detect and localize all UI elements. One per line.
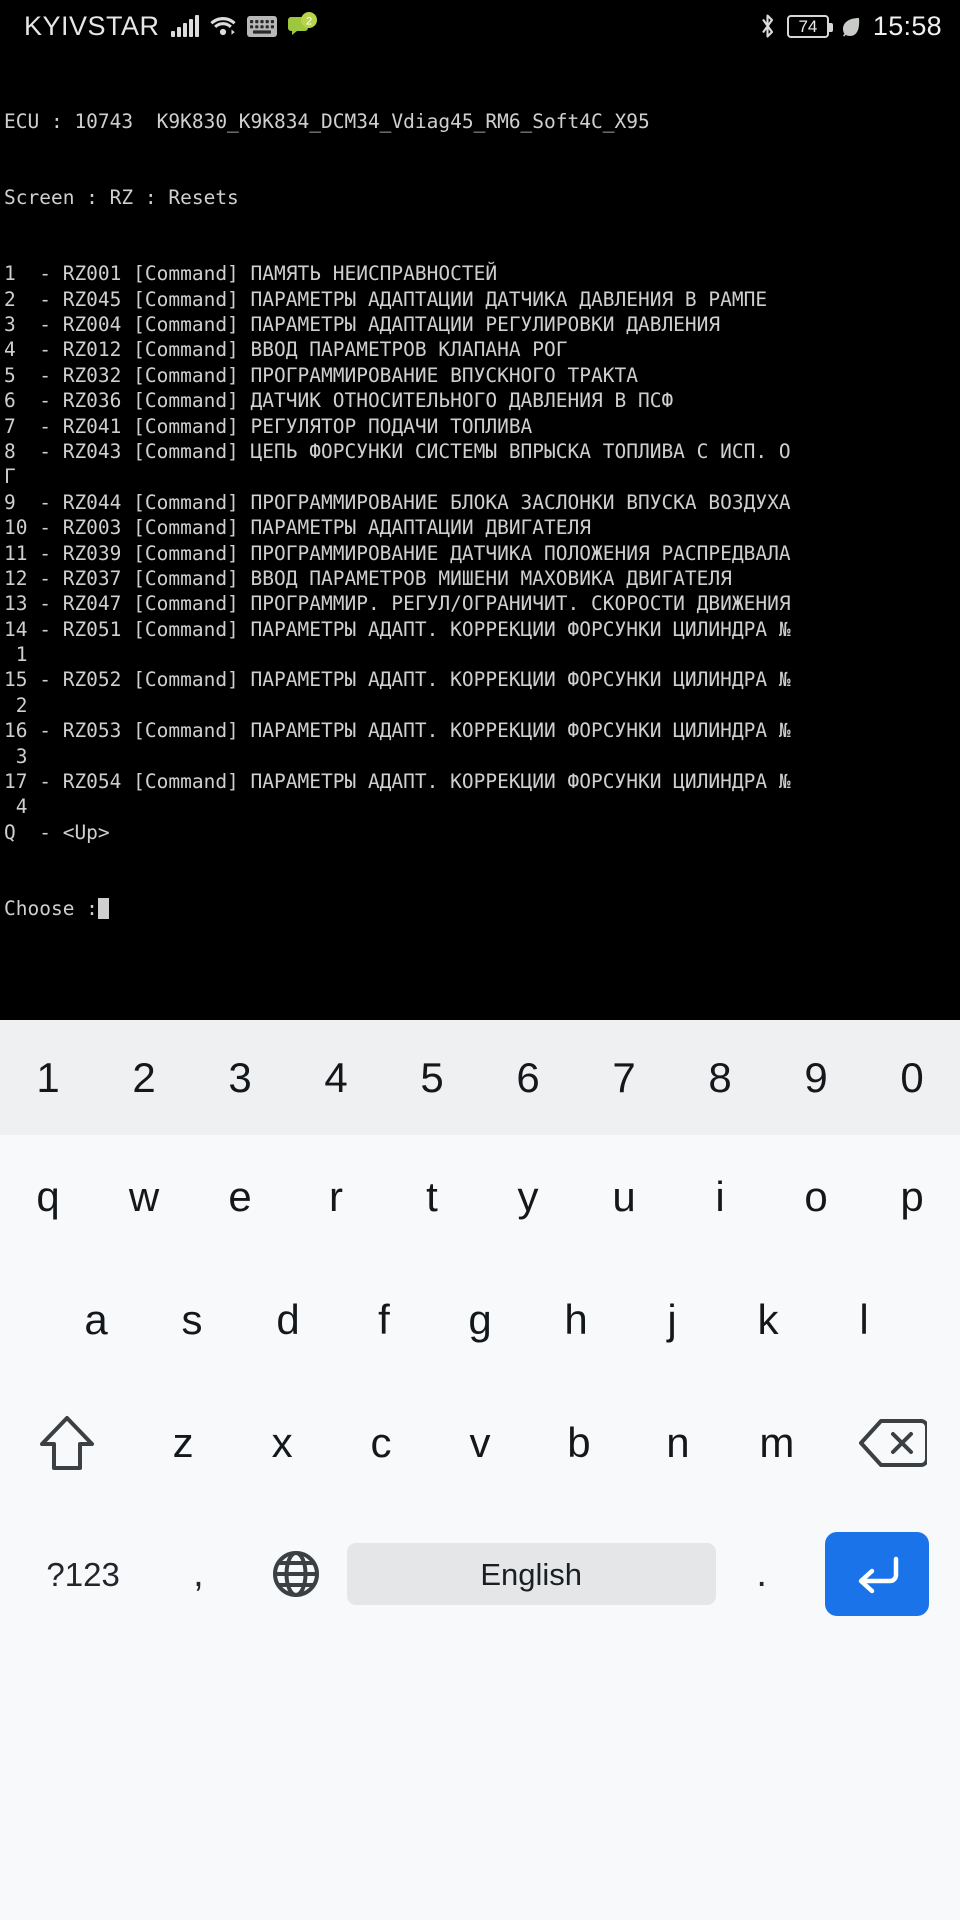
keyboard-icon bbox=[246, 15, 277, 37]
key-7[interactable]: 7 bbox=[576, 1056, 672, 1099]
enter-key[interactable] bbox=[808, 1532, 946, 1616]
key-r[interactable]: r bbox=[288, 1175, 384, 1218]
key-d[interactable]: d bbox=[240, 1298, 336, 1341]
status-bar: KYIVSTAR 2 74 15:58 bbox=[0, 0, 960, 52]
key-x[interactable]: x bbox=[233, 1421, 332, 1464]
space-key[interactable]: English bbox=[346, 1543, 716, 1605]
period-key[interactable]: . bbox=[716, 1555, 808, 1593]
terminal-menu-line: 6 - RZ036 [Command] ДАТЧИК ОТНОСИТЕЛЬНОГ… bbox=[4, 389, 674, 413]
key-k[interactable]: k bbox=[720, 1298, 816, 1341]
on-screen-keyboard[interactable]: 1234567890 qwertyuiop asdfghjkl z x c v … bbox=[0, 1020, 960, 1920]
chat-badge-count: 2 bbox=[305, 16, 311, 28]
terminal-menu-line: 17 - RZ054 [Command] ПАРАМЕТРЫ АДАПТ. КО… bbox=[4, 770, 791, 794]
key-c[interactable]: c bbox=[332, 1421, 431, 1464]
enter-icon bbox=[824, 1532, 929, 1616]
status-bar-right: 74 15:58 bbox=[759, 11, 942, 42]
status-bar-left: KYIVSTAR 2 bbox=[24, 11, 318, 42]
terminal-menu-line: 10 - RZ003 [Command] ПАРАМЕТРЫ АДАПТАЦИИ… bbox=[4, 516, 591, 540]
carrier-label: KYIVSTAR bbox=[24, 10, 160, 41]
clock-label: 15:58 bbox=[872, 10, 942, 41]
key-8[interactable]: 8 bbox=[672, 1056, 768, 1099]
terminal-menu-line: 3 bbox=[4, 744, 28, 768]
signal-bars-icon bbox=[170, 15, 199, 37]
keyboard-row-a[interactable]: asdfghjkl bbox=[0, 1258, 960, 1381]
terminal-output[interactable]: ECU : 10743 K9K830_K9K834_DCM34_Vdiag45_… bbox=[0, 52, 960, 1020]
key-o[interactable]: o bbox=[768, 1175, 864, 1218]
terminal-menu-line: Г bbox=[4, 465, 16, 489]
key-n[interactable]: n bbox=[628, 1421, 727, 1464]
battery-icon: 74 bbox=[786, 14, 833, 38]
key-v[interactable]: v bbox=[431, 1421, 530, 1464]
terminal-menu-line: Q - <Up> bbox=[4, 820, 110, 844]
terminal-menu-list: 1 - RZ001 [Command] ПАМЯТЬ НЕИСПРАВНОСТЕ… bbox=[4, 261, 960, 845]
wifi-icon bbox=[209, 15, 236, 37]
terminal-menu-line: 4 bbox=[4, 795, 28, 819]
keyboard-row-z[interactable]: z x c v b n m bbox=[0, 1381, 960, 1504]
terminal-menu-line: 1 bbox=[4, 643, 28, 667]
keyboard-row-q[interactable]: qwertyuiop bbox=[0, 1135, 960, 1258]
key-b[interactable]: b bbox=[529, 1421, 628, 1464]
terminal-menu-line: 5 - RZ032 [Command] ПРОГРАММИРОВАНИЕ ВПУ… bbox=[4, 363, 638, 387]
key-1[interactable]: 1 bbox=[0, 1056, 96, 1099]
terminal-menu-line: 8 - RZ043 [Command] ЦЕПЬ ФОРСУНКИ СИСТЕМ… bbox=[4, 439, 791, 463]
key-p[interactable]: p bbox=[864, 1175, 960, 1218]
terminal-menu-line: 9 - RZ044 [Command] ПРОГРАММИРОВАНИЕ БЛО… bbox=[4, 490, 791, 514]
terminal-menu-line: 14 - RZ051 [Command] ПАРАМЕТРЫ АДАПТ. КО… bbox=[4, 617, 791, 641]
terminal-prompt[interactable]: Choose : bbox=[4, 896, 960, 921]
key-q[interactable]: q bbox=[0, 1175, 96, 1218]
shift-key[interactable] bbox=[0, 1412, 134, 1474]
key-6[interactable]: 6 bbox=[480, 1056, 576, 1099]
key-g[interactable]: g bbox=[432, 1298, 528, 1341]
key-u[interactable]: u bbox=[576, 1175, 672, 1218]
key-j[interactable]: j bbox=[624, 1298, 720, 1341]
key-y[interactable]: y bbox=[480, 1175, 576, 1218]
key-t[interactable]: t bbox=[384, 1175, 480, 1218]
key-a[interactable]: a bbox=[48, 1298, 144, 1341]
leaf-icon bbox=[840, 15, 862, 37]
terminal-menu-line: 3 - RZ004 [Command] ПАРАМЕТРЫ АДАПТАЦИИ … bbox=[4, 313, 721, 336]
backspace-key[interactable] bbox=[826, 1417, 960, 1469]
key-9[interactable]: 9 bbox=[768, 1056, 864, 1099]
space-key-label: English bbox=[346, 1543, 716, 1605]
key-f[interactable]: f bbox=[336, 1298, 432, 1341]
symbols-key[interactable]: ?123 bbox=[14, 1558, 152, 1591]
terminal-menu-line: 2 - RZ045 [Command] ПАРАМЕТРЫ АДАПТАЦИИ … bbox=[4, 287, 768, 311]
key-l[interactable]: l bbox=[816, 1298, 912, 1341]
terminal-menu-line: 1 - RZ001 [Command] ПАМЯТЬ НЕИСПРАВНОСТЕ… bbox=[4, 262, 498, 286]
key-m[interactable]: m bbox=[727, 1421, 826, 1464]
key-z[interactable]: z bbox=[134, 1421, 233, 1464]
terminal-menu-line: 16 - RZ053 [Command] ПАРАМЕТРЫ АДАПТ. КО… bbox=[4, 719, 791, 743]
terminal-menu-line: 15 - RZ052 [Command] ПАРАМЕТРЫ АДАПТ. КО… bbox=[4, 668, 791, 692]
key-s[interactable]: s bbox=[144, 1298, 240, 1341]
key-5[interactable]: 5 bbox=[384, 1056, 480, 1099]
keyboard-number-row[interactable]: 1234567890 bbox=[0, 1020, 960, 1135]
terminal-menu-line: 2 bbox=[4, 693, 28, 717]
key-i[interactable]: i bbox=[672, 1175, 768, 1218]
terminal-cursor bbox=[97, 898, 109, 920]
key-2[interactable]: 2 bbox=[96, 1056, 192, 1099]
terminal-header-ecu: ECU : 10743 K9K830_K9K834_DCM34_Vdiag45_… bbox=[4, 109, 650, 133]
key-4[interactable]: 4 bbox=[288, 1056, 384, 1099]
terminal-menu-line: 7 - RZ041 [Command] РЕГУЛЯТОР ПОДАЧИ ТОП… bbox=[4, 414, 533, 438]
globe-icon[interactable] bbox=[244, 1549, 346, 1599]
terminal-prompt-label: Choose : bbox=[4, 897, 98, 921]
terminal-header-screen: Screen : RZ : Resets bbox=[4, 186, 239, 210]
key-0[interactable]: 0 bbox=[864, 1056, 960, 1099]
battery-level: 74 bbox=[798, 16, 818, 36]
terminal-menu-line: 13 - RZ047 [Command] ПРОГРАММИР. РЕГУЛ/О… bbox=[4, 592, 791, 616]
key-3[interactable]: 3 bbox=[192, 1056, 288, 1099]
key-e[interactable]: e bbox=[192, 1175, 288, 1218]
terminal-menu-line: 11 - RZ039 [Command] ПРОГРАММИРОВАНИЕ ДА… bbox=[4, 541, 791, 565]
comma-key[interactable]: , bbox=[152, 1555, 244, 1593]
key-w[interactable]: w bbox=[96, 1175, 192, 1218]
key-h[interactable]: h bbox=[528, 1298, 624, 1341]
keyboard-bottom-row[interactable]: ?123 , English . bbox=[0, 1504, 960, 1644]
phone-screen: KYIVSTAR 2 74 15:58 ECU: 10743 K9K830_K… bbox=[0, 0, 960, 1920]
bluetooth-icon bbox=[759, 13, 776, 39]
chat-badge-icon: 2 bbox=[287, 12, 318, 40]
terminal-menu-line: 12 - RZ037 [Command] ВВОД ПАРАМЕТРОВ МИШ… bbox=[4, 566, 732, 590]
terminal-menu-line: 4 - RZ012 [Command] ВВОД ПАРАМЕТРОВ КЛАП… bbox=[4, 338, 568, 362]
